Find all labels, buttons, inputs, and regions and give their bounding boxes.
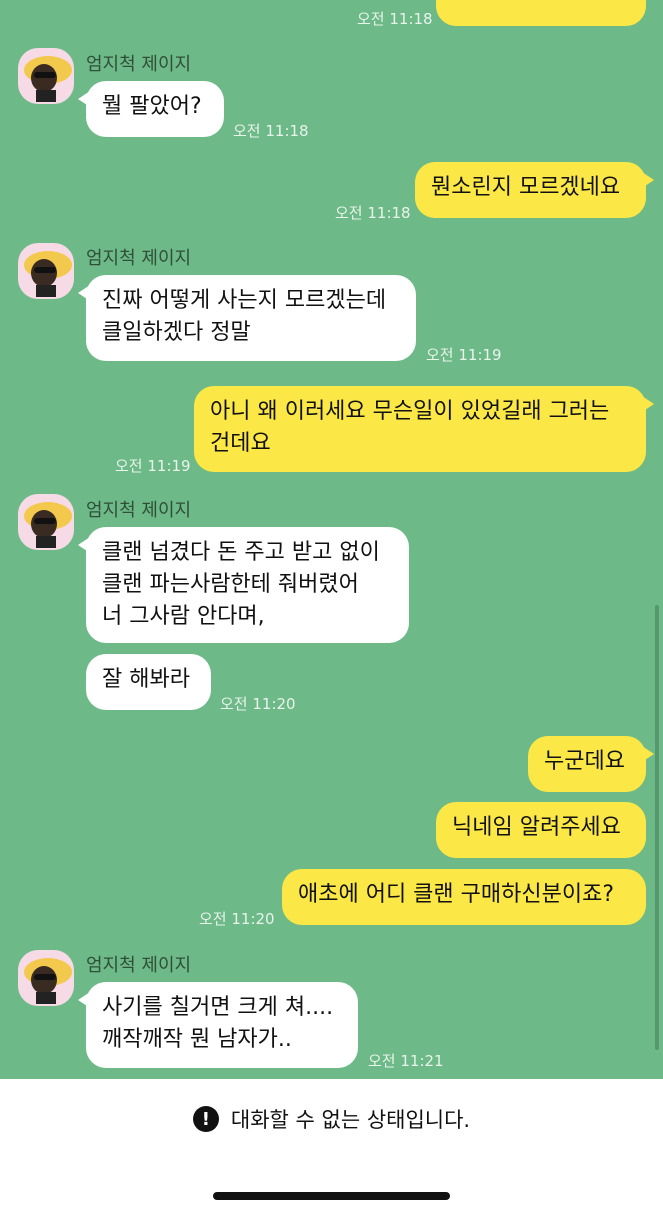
message-bubble-incoming[interactable]: 사기를 칠거면 크게 쳐.... 깨작깨작 뭔 남자가.. bbox=[78, 982, 358, 1068]
message-bubble-incoming[interactable]: 클랜 넘겼다 돈 주고 받고 없이 클랜 파는사람한테 줘버렸어 너 그사람 안… bbox=[78, 527, 409, 643]
message-time: 오전 11:21 bbox=[368, 1052, 444, 1070]
message-bubble-outgoing[interactable]: 아니 왜 이러세요 무슨일이 있었길래 그러는 건데요 bbox=[194, 386, 654, 472]
avatar-character-icon bbox=[24, 56, 72, 102]
message-bubble-incoming[interactable]: 잘 해봐라 bbox=[86, 654, 211, 710]
message-bubble-outgoing[interactable]: 닉네임 알려주세요 bbox=[436, 802, 646, 858]
message-text-line: 진짜 어떻게 사는지 모르겠는데 bbox=[102, 288, 387, 313]
message-bubble-outgoing[interactable]: 뭔소린지 모르겠네요 bbox=[415, 162, 654, 218]
message-text-line: 클일하겠다 정말 bbox=[102, 320, 251, 345]
chat-scrollbar[interactable] bbox=[655, 605, 659, 1050]
home-indicator[interactable] bbox=[213, 1192, 450, 1200]
avatar[interactable] bbox=[18, 950, 74, 1006]
chat-unavailable-notice: ! 대화할 수 없는 상태입니다. bbox=[0, 1104, 663, 1134]
avatar-character-icon bbox=[24, 502, 72, 548]
message-time: 오전 11:20 bbox=[199, 910, 275, 928]
message-text-line: 클랜 넘겼다 돈 주고 받고 없이 bbox=[102, 540, 380, 565]
message-text-line: 건데요 bbox=[210, 431, 271, 456]
message-text: 뭘 팔았어? bbox=[102, 94, 202, 119]
message-time: 오전 11:18 bbox=[233, 122, 309, 140]
message-time: 오전 11:19 bbox=[115, 457, 191, 475]
message-time: 오전 11:18 bbox=[357, 10, 433, 28]
message-text: 닉네임 알려주세요 bbox=[452, 815, 621, 840]
message-bubble-incoming[interactable]: 진짜 어떻게 사는지 모르겠는데 클일하겠다 정말 bbox=[78, 275, 416, 361]
message-time: 오전 11:20 bbox=[220, 695, 296, 713]
message-time: 오전 11:18 bbox=[335, 204, 411, 222]
avatar[interactable] bbox=[18, 243, 74, 299]
message-bubble-outgoing[interactable]: 애초에 어디 클랜 구매하신분이죠? bbox=[282, 869, 646, 925]
exclamation-circle-icon: ! bbox=[192, 1106, 219, 1132]
message-text-line: 사기를 칠거면 크게 쳐.... bbox=[102, 995, 334, 1020]
message-text-line: 너 그사람 안다며, bbox=[102, 604, 265, 629]
sender-name: 엄지척 제이지 bbox=[86, 500, 192, 521]
message-text-line: 클랜 파는사람한테 줘버렸어 bbox=[102, 572, 359, 597]
message-bubble-incoming[interactable]: 뭘 팔았어? bbox=[78, 81, 224, 137]
avatar-character-icon bbox=[24, 251, 72, 297]
message-text: 잘 해봐라 bbox=[102, 667, 190, 692]
avatar[interactable] bbox=[18, 494, 74, 550]
message-text: 애초에 어디 클랜 구매하신분이죠? bbox=[298, 882, 615, 907]
avatar[interactable] bbox=[18, 48, 74, 104]
chat-area[interactable]: 오전 11:18 엄지척 제이지 뭘 팔았어? 오전 11:18 뭔소린지 모르… bbox=[0, 0, 663, 1079]
sender-name: 엄지척 제이지 bbox=[86, 955, 192, 976]
message-bubble-outgoing-partial bbox=[436, 0, 646, 26]
message-text-line: 아니 왜 이러세요 무슨일이 있었길래 그러는 bbox=[210, 399, 610, 424]
message-time: 오전 11:19 bbox=[426, 346, 502, 364]
sender-name: 엄지척 제이지 bbox=[86, 54, 192, 75]
notice-text: 대화할 수 없는 상태입니다. bbox=[230, 1108, 471, 1132]
avatar-character-icon bbox=[24, 958, 72, 1004]
message-text-line: 깨작깨작 뭔 남자가.. bbox=[102, 1027, 292, 1052]
message-text: 누군데요 bbox=[544, 749, 625, 774]
sender-name: 엄지척 제이지 bbox=[86, 248, 192, 269]
message-text: 뭔소린지 모르겠네요 bbox=[431, 175, 621, 200]
message-bubble-outgoing[interactable]: 누군데요 bbox=[528, 736, 654, 792]
